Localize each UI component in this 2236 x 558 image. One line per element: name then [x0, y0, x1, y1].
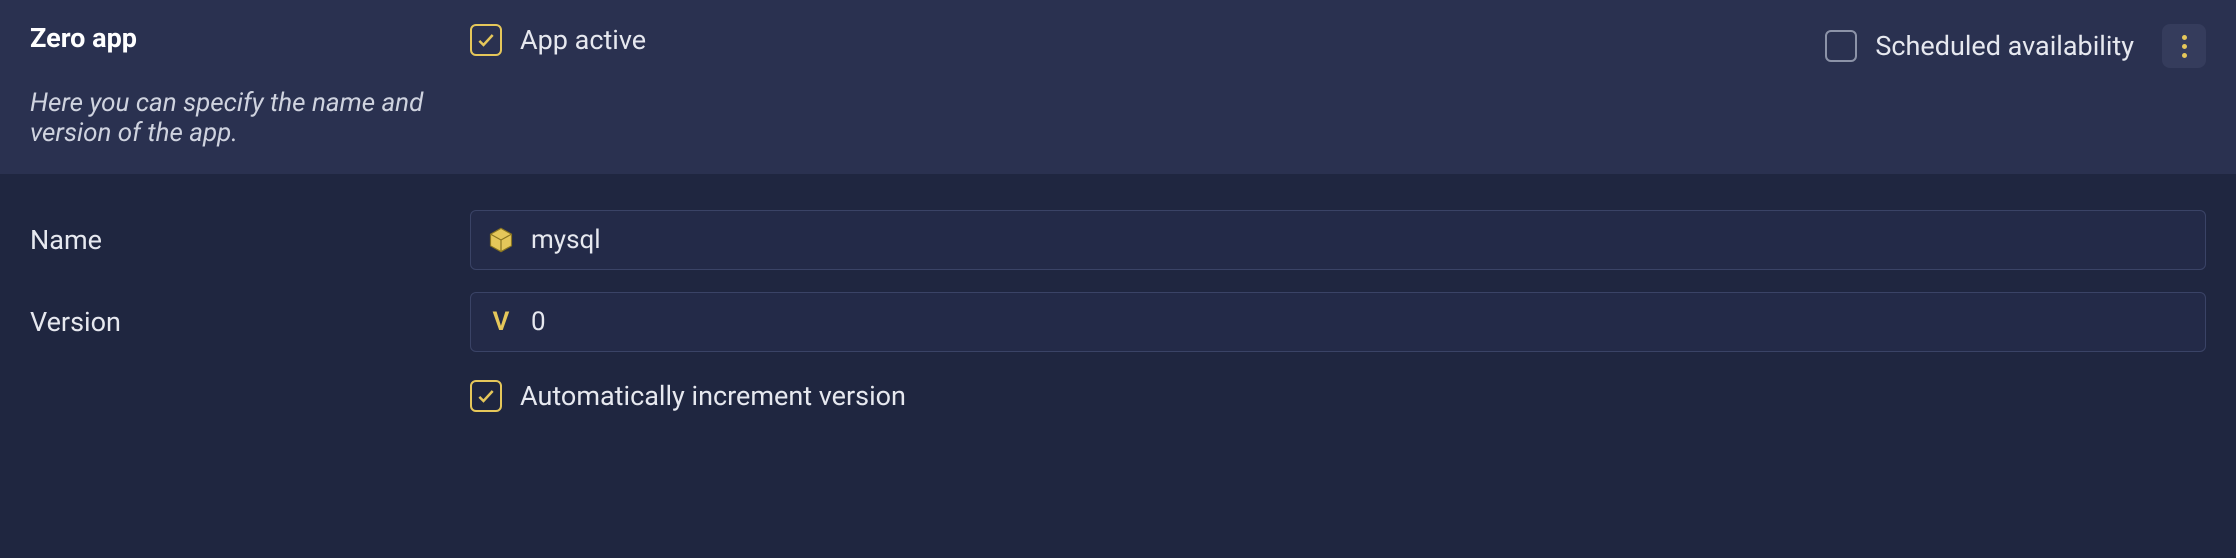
auto-increment-checkbox[interactable] — [470, 380, 502, 412]
row-name: Name — [30, 210, 2206, 270]
check-icon — [476, 30, 496, 50]
scheduled-availability-label: Scheduled availability — [1875, 30, 2134, 62]
auto-increment-label: Automatically increment version — [520, 380, 906, 412]
name-label: Name — [30, 224, 430, 256]
header-right: Scheduled availability — [1825, 22, 2206, 68]
section-body: Name Version V Automatically increment v… — [0, 174, 2236, 442]
check-icon — [476, 386, 496, 406]
app-active-checkbox[interactable] — [470, 24, 502, 56]
version-icon: V — [487, 307, 515, 337]
kebab-icon — [2182, 33, 2187, 60]
section-subtitle: Here you can specify the name and versio… — [30, 88, 430, 148]
row-auto-increment: Automatically increment version — [470, 374, 2206, 412]
header-left: Zero app Here you can specify the name a… — [30, 22, 430, 148]
row-version: Version V — [30, 292, 2206, 352]
header-mid: App active — [470, 22, 1785, 56]
more-options-button[interactable] — [2162, 24, 2206, 68]
section-header: Zero app Here you can specify the name a… — [0, 0, 2236, 174]
app-active-label: App active — [520, 24, 646, 56]
name-input[interactable] — [531, 225, 2189, 255]
version-field[interactable]: V — [470, 292, 2206, 352]
scheduled-availability-checkbox[interactable] — [1825, 30, 1857, 62]
name-field[interactable] — [470, 210, 2206, 270]
version-label: Version — [30, 306, 430, 338]
version-input[interactable] — [531, 307, 2189, 337]
package-icon — [487, 226, 515, 254]
section-title: Zero app — [30, 22, 430, 54]
